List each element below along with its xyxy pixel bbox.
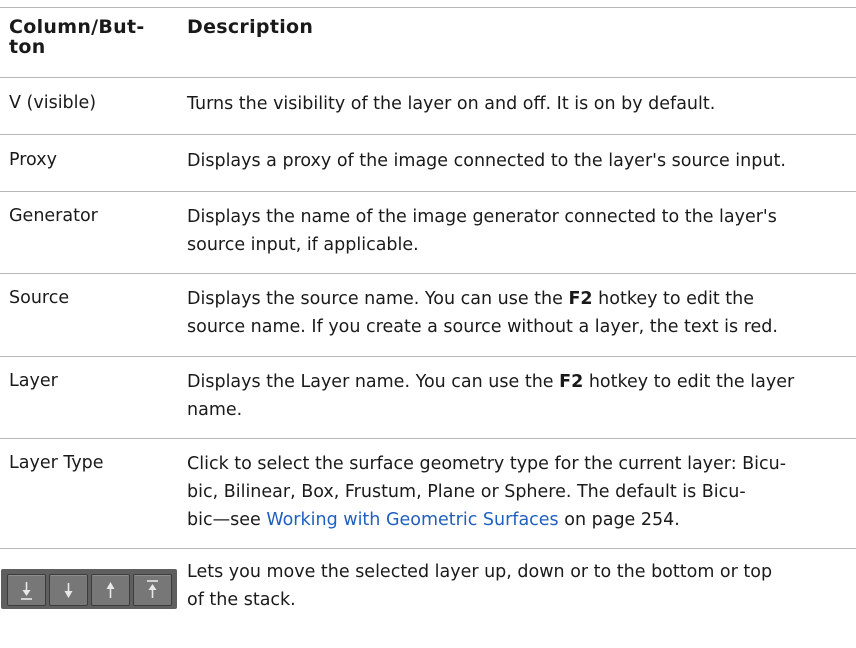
header-description: Description xyxy=(187,16,314,38)
move-down-button[interactable] xyxy=(49,574,88,606)
row-name: Layer Type xyxy=(9,453,104,473)
row-description: Displays the Layer name. You can use the… xyxy=(187,368,847,424)
table-header: Column/But- ton Description xyxy=(0,7,856,78)
description-text: on page 254. xyxy=(558,510,680,530)
row-description: Click to select the surface geometry typ… xyxy=(187,450,847,534)
row-description: Displays a proxy of the image connected … xyxy=(187,151,786,171)
table-row: Generator Displays the name of the image… xyxy=(0,191,856,274)
description-line: Lets you move the selected layer up, dow… xyxy=(187,562,773,582)
description-line: Displays the Layer name. You can use the… xyxy=(187,368,847,396)
description-line: source name. If you create a source with… xyxy=(187,317,778,337)
row-description: Displays the name of the image generator… xyxy=(187,203,847,259)
table-row: Layer Displays the Layer name. You can u… xyxy=(0,356,856,439)
row-name: Source xyxy=(9,288,70,308)
move-up-icon xyxy=(106,582,115,598)
description-text: hotkey to edit the xyxy=(592,289,755,309)
row-description: Lets you move the selected layer up, dow… xyxy=(187,558,847,614)
header-col1-line2: ton xyxy=(9,36,46,58)
row-name: Proxy xyxy=(9,150,57,170)
description-text: bic—see xyxy=(187,510,267,530)
row-name: V (visible) xyxy=(9,93,97,113)
description-line: source input, if applicable. xyxy=(187,235,419,255)
table-row: Layer Type Click to select the surface g… xyxy=(0,438,856,549)
table-row: V (visible) Turns the visibility of the … xyxy=(0,77,856,135)
hotkey-f2: F2 xyxy=(568,289,593,309)
geometric-surfaces-link[interactable]: Working with Geometric Surfaces xyxy=(266,510,558,530)
description-line: Displays the source name. You can use th… xyxy=(187,285,847,313)
table-row: Source Displays the source name. You can… xyxy=(0,273,856,357)
row-description: Turns the visibility of the layer on and… xyxy=(187,94,716,114)
description-line: bic, Bilinear, Box, Frustum, Plane or Sp… xyxy=(187,482,746,502)
description-line: Click to select the surface geometry typ… xyxy=(187,454,787,474)
move-to-bottom-icon xyxy=(21,582,32,600)
description-line: of the stack. xyxy=(187,590,296,610)
move-to-top-icon xyxy=(147,580,158,598)
description-text: Displays the Layer name. You can use the xyxy=(187,372,560,392)
description-line: name. xyxy=(187,400,243,420)
hotkey-f2: F2 xyxy=(559,372,584,392)
row-description: Displays the source name. You can use th… xyxy=(187,285,847,341)
header-column-button: Column/But- ton xyxy=(9,17,179,57)
description-line: Displays the name of the image generator… xyxy=(187,207,777,227)
description-text: hotkey to edit the layer xyxy=(583,372,795,392)
row-name: Generator xyxy=(9,206,98,226)
description-text: Displays the source name. You can use th… xyxy=(187,289,569,309)
description-line: bic—see Working with Geometric Surfaces … xyxy=(187,506,847,534)
move-up-button[interactable] xyxy=(91,574,130,606)
move-to-top-button[interactable] xyxy=(133,574,172,606)
move-to-bottom-button[interactable] xyxy=(7,574,46,606)
column-description-table: Column/But- ton Description V (visible) … xyxy=(0,0,856,647)
row-name: Layer xyxy=(9,371,58,391)
move-down-icon xyxy=(64,583,73,598)
header-col1-line1: Column/But- xyxy=(9,16,145,38)
table-row: Proxy Displays a proxy of the image conn… xyxy=(0,134,856,192)
layer-order-buttons xyxy=(1,569,177,609)
